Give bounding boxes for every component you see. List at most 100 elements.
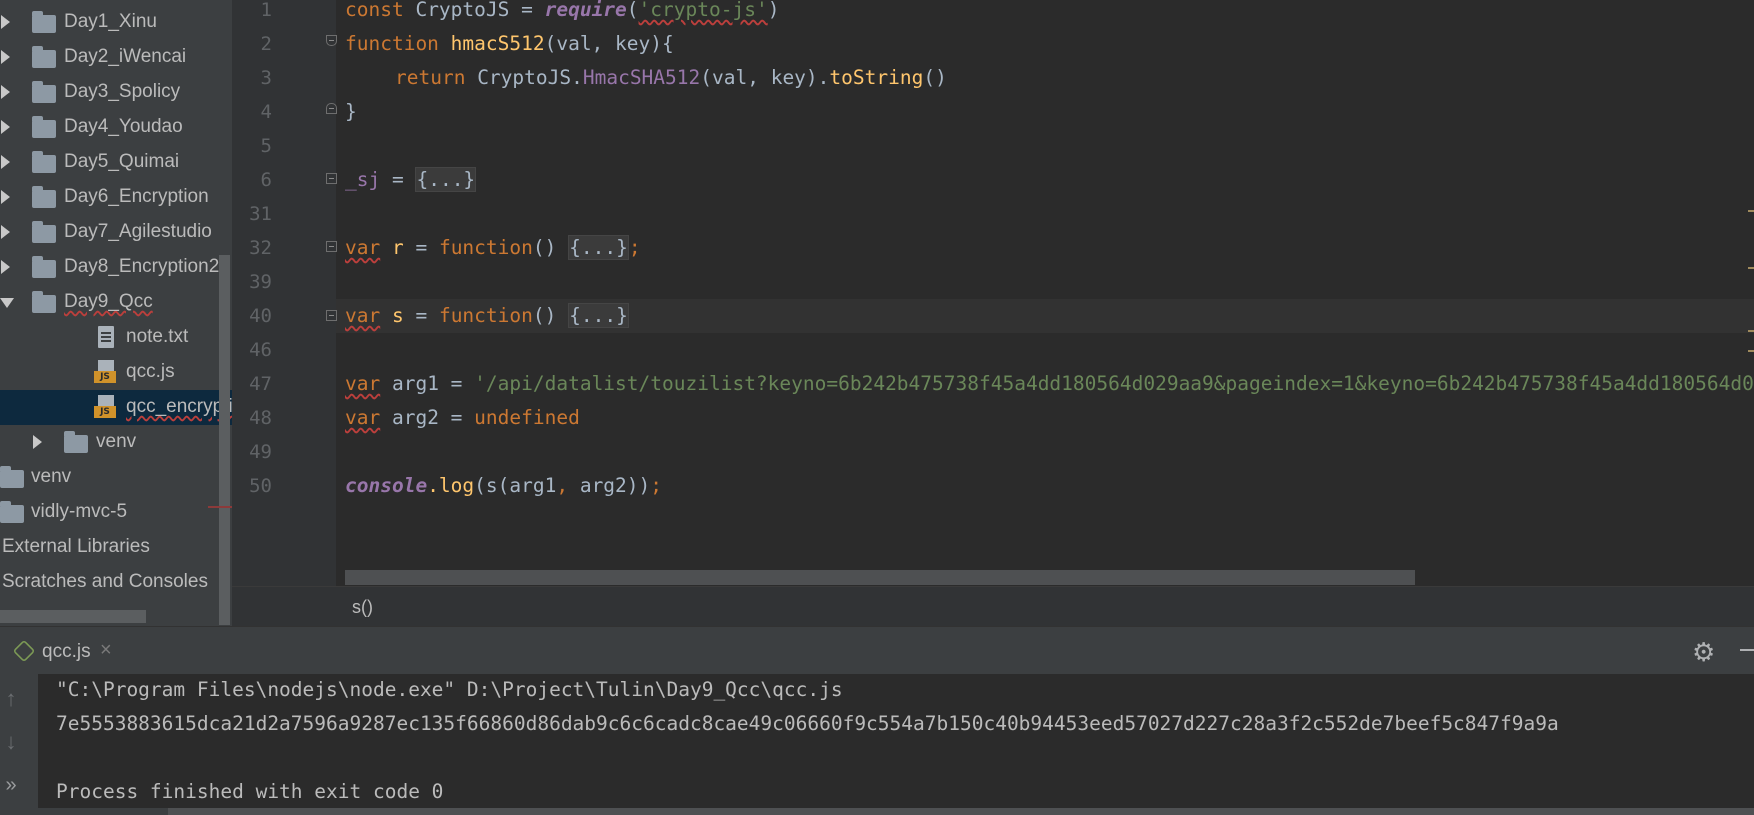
tree-horizontal-scrollbar[interactable] bbox=[0, 610, 146, 623]
breadcrumb-item[interactable]: s() bbox=[352, 597, 373, 618]
line-number: 49 bbox=[249, 441, 272, 463]
chevron-down-icon[interactable] bbox=[0, 298, 14, 308]
tree-item[interactable]: Day8_Encryption2 bbox=[0, 250, 232, 285]
tree-item-label: venv bbox=[31, 466, 72, 487]
tree-item[interactable]: Day2_iWencai bbox=[0, 40, 232, 75]
code-line-48: var arg2 = undefined bbox=[345, 406, 580, 429]
chevron-right-icon[interactable] bbox=[33, 435, 42, 449]
marker-stripe[interactable] bbox=[1748, 210, 1754, 212]
tree-item[interactable]: Day4_Youdao bbox=[0, 110, 232, 145]
tree-item-label: note.txt bbox=[126, 326, 189, 347]
js-file-icon: JS bbox=[94, 360, 116, 384]
error-marker bbox=[208, 506, 232, 508]
tree-item[interactable]: venv bbox=[0, 460, 232, 495]
tree-item[interactable]: JS qcc_encryption.js bbox=[0, 390, 232, 425]
tree-vertical-scrollbar[interactable] bbox=[219, 255, 230, 625]
tree-item-label: Day9_Qcc bbox=[64, 291, 153, 312]
marker-stripe[interactable] bbox=[1748, 267, 1754, 269]
up-arrow-icon[interactable]: ↑ bbox=[0, 686, 22, 712]
tree-item[interactable]: External Libraries bbox=[0, 530, 232, 565]
project-tree: Day1_Xinu Day2_iWencai Day3_Spolicy Day4_Yo… bbox=[0, 0, 232, 626]
tree-item[interactable]: Scratches and Consoles bbox=[0, 565, 232, 600]
run-tab-qcc[interactable]: qcc.js × bbox=[0, 627, 130, 675]
folder-icon bbox=[64, 431, 88, 453]
chevron-right-icon[interactable] bbox=[1, 15, 10, 29]
tree-item[interactable]: venv bbox=[0, 425, 232, 460]
chevron-right-icon[interactable] bbox=[1, 120, 10, 134]
line-number: 4 bbox=[260, 101, 272, 123]
run-tool-window-header: qcc.js × ⚙ bbox=[0, 626, 1754, 675]
line-number: 5 bbox=[260, 135, 272, 157]
tree-item[interactable]: Day6_Encryption bbox=[0, 180, 232, 215]
fold-marker[interactable] bbox=[326, 310, 337, 321]
fold-marker[interactable] bbox=[326, 241, 337, 252]
code-line-4: } bbox=[345, 100, 357, 123]
chevron-right-icon[interactable] bbox=[1, 85, 10, 99]
close-icon[interactable]: × bbox=[100, 639, 112, 662]
code-line-50: console.log(s(arg1, arg2)); bbox=[345, 474, 663, 497]
folder-icon bbox=[32, 11, 56, 33]
run-tab-label: qcc.js bbox=[42, 641, 91, 662]
tree-item[interactable]: Day9_Qcc bbox=[0, 285, 232, 320]
code-line-1: const CryptoJS = require('crypto-js') bbox=[345, 0, 780, 21]
folder-icon bbox=[32, 46, 56, 68]
marker-stripe[interactable] bbox=[1748, 350, 1754, 352]
console-line: 7e5553883615dca21d2a7596a9287ec135f66860… bbox=[56, 712, 1559, 735]
js-file-icon: JS bbox=[94, 395, 116, 419]
line-number: 47 bbox=[249, 373, 272, 395]
run-console-output[interactable]: "C:\Program Files\nodejs\node.exe" D:\Pr… bbox=[38, 674, 1754, 815]
tree-item-label: Day1_Xinu bbox=[64, 11, 157, 32]
chevron-right-icon[interactable] bbox=[1, 155, 10, 169]
tree-item-label: Day8_Encryption2 bbox=[64, 256, 220, 277]
line-number: 39 bbox=[249, 271, 272, 293]
folded-region[interactable]: {...} bbox=[568, 235, 629, 260]
line-number: 40 bbox=[249, 305, 272, 327]
marker-stripe[interactable] bbox=[1748, 330, 1754, 332]
nodejs-icon bbox=[12, 639, 36, 663]
line-number: 1 bbox=[260, 0, 272, 21]
chevron-right-icon[interactable] bbox=[1, 190, 10, 204]
chevron-right-icon[interactable] bbox=[1, 225, 10, 239]
folder-icon bbox=[32, 116, 56, 138]
code-line-6: _sj = {...} bbox=[345, 167, 477, 192]
tree-item-label: qcc.js bbox=[126, 361, 175, 382]
tree-item-label: External Libraries bbox=[2, 536, 150, 557]
chevron-right-icon[interactable] bbox=[1, 260, 10, 274]
folder-icon bbox=[0, 466, 24, 488]
tree-item-label: Scratches and Consoles bbox=[2, 571, 208, 592]
line-number: 50 bbox=[249, 475, 272, 497]
line-number: 48 bbox=[249, 407, 272, 429]
console-line: Process finished with exit code 0 bbox=[56, 780, 444, 803]
down-arrow-icon[interactable]: ↓ bbox=[0, 729, 22, 755]
tree-item-label: qcc_encryption.js bbox=[126, 396, 232, 417]
text-file-icon bbox=[98, 326, 114, 348]
tree-item[interactable]: Day3_Spolicy bbox=[0, 75, 232, 110]
folder-icon bbox=[32, 81, 56, 103]
editor-horizontal-scrollbar[interactable] bbox=[345, 570, 1415, 585]
tree-item[interactable]: vidly-mvc-5 bbox=[0, 495, 232, 530]
folded-region[interactable]: {...} bbox=[415, 167, 477, 192]
tree-item[interactable]: Day7_Agilestudio bbox=[0, 215, 232, 250]
code-line-2: function hmacS512(val, key){ bbox=[345, 32, 674, 55]
fold-marker[interactable] bbox=[326, 173, 337, 184]
folder-icon bbox=[32, 221, 56, 243]
tree-item[interactable]: JS qcc.js bbox=[0, 355, 232, 390]
tree-item-label: Day6_Encryption bbox=[64, 186, 209, 207]
more-icon[interactable]: » bbox=[0, 774, 22, 797]
run-side-toolbar: ↑ ↓ » bbox=[0, 674, 38, 815]
chevron-right-icon[interactable] bbox=[1, 50, 10, 64]
console-line: "C:\Program Files\nodejs\node.exe" D:\Pr… bbox=[56, 678, 843, 701]
gear-icon[interactable]: ⚙ bbox=[1692, 637, 1715, 668]
minimize-icon[interactable] bbox=[1740, 649, 1754, 651]
tree-item[interactable]: note.txt bbox=[0, 320, 232, 355]
line-number: 6 bbox=[260, 169, 272, 191]
folded-region[interactable]: {...} bbox=[568, 303, 629, 328]
folder-icon bbox=[32, 256, 56, 278]
tree-item[interactable]: Day1_Xinu bbox=[0, 5, 232, 40]
fold-marker[interactable] bbox=[326, 35, 337, 46]
console-scrollbar[interactable] bbox=[168, 808, 1754, 815]
fold-marker[interactable] bbox=[326, 103, 337, 114]
tree-item-label: Day4_Youdao bbox=[64, 116, 183, 137]
tree-item[interactable]: Day5_Quimai bbox=[0, 145, 232, 180]
breadcrumb-bar: s() bbox=[232, 586, 1754, 627]
